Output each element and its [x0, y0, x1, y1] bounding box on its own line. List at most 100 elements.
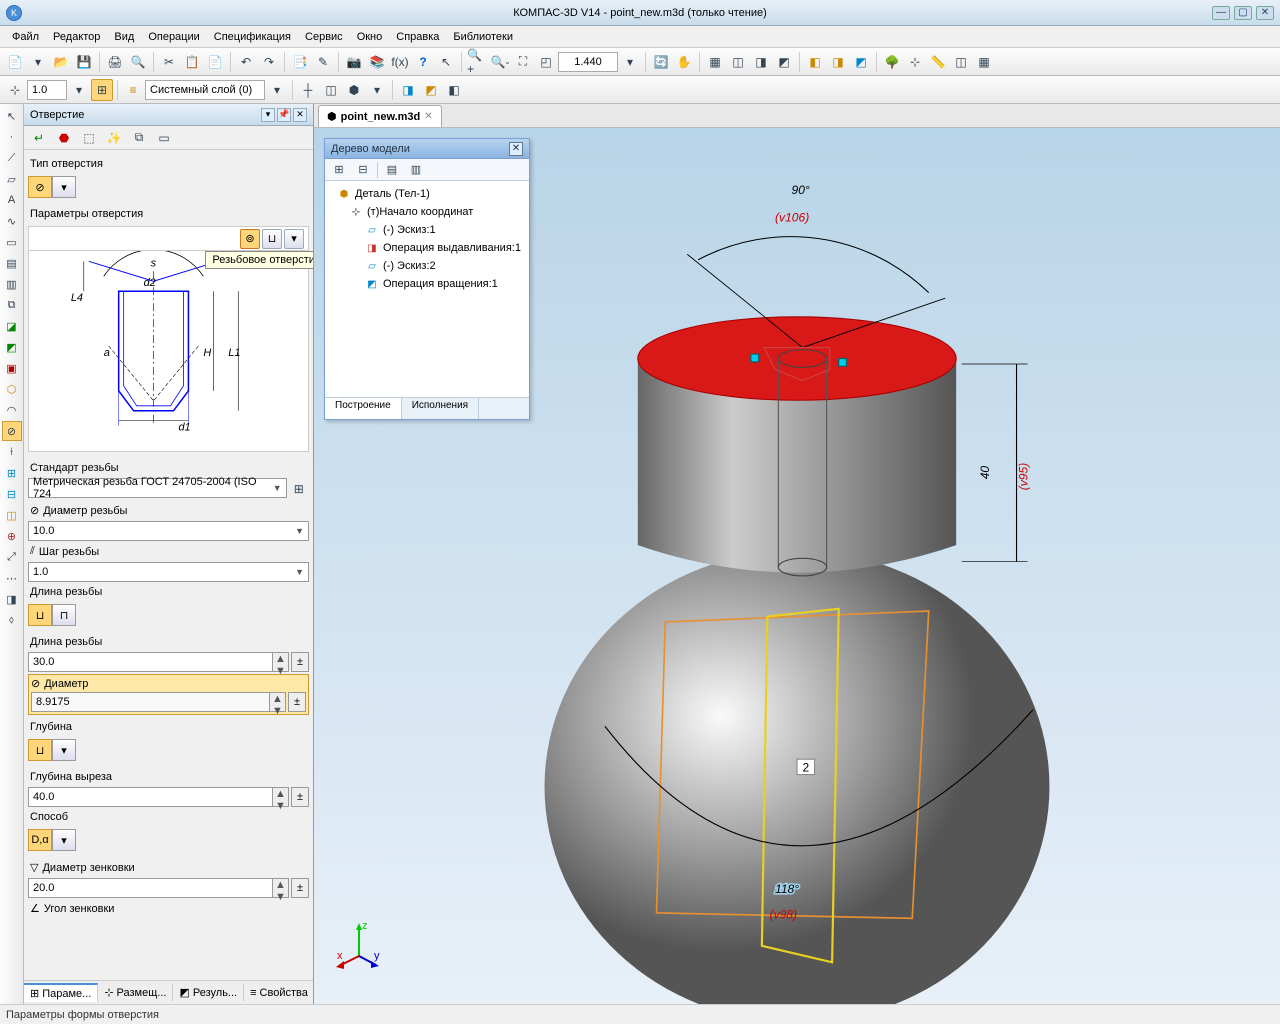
menu-edit[interactable]: Редактор: [47, 29, 106, 45]
zoom-input[interactable]: [558, 52, 618, 72]
more2-icon[interactable]: ◨: [2, 589, 22, 609]
extr-icon[interactable]: ◪: [2, 316, 22, 336]
shaded-icon[interactable]: ◨: [750, 51, 772, 73]
properties-icon[interactable]: 📑: [289, 51, 311, 73]
sheet2-icon[interactable]: ▥: [2, 274, 22, 294]
box1-icon[interactable]: ◧: [804, 51, 826, 73]
hole-icon[interactable]: ⊘: [2, 421, 22, 441]
apply-icon[interactable]: ↵: [28, 127, 50, 149]
layer-dropdown-icon[interactable]: ▾: [266, 79, 288, 101]
tab-placement[interactable]: ⊹Размещ...: [98, 984, 173, 1001]
method-button[interactable]: D,α: [28, 829, 52, 851]
select-icon[interactable]: ↖: [2, 106, 22, 126]
diameter-plus-button[interactable]: ±: [288, 692, 306, 712]
menu-window[interactable]: Окно: [351, 29, 389, 45]
text-icon[interactable]: A: [2, 190, 22, 210]
line-icon[interactable]: ⟋: [2, 148, 22, 168]
cut-depth-spinner[interactable]: ▲▼: [273, 787, 289, 807]
thread-pitch-combo[interactable]: 1.0▼: [28, 562, 309, 582]
sheet-icon[interactable]: ▤: [2, 253, 22, 273]
tab-close-icon[interactable]: ✕: [424, 111, 432, 122]
dropdown-icon[interactable]: ▾: [27, 51, 49, 73]
undo-icon[interactable]: ↶: [235, 51, 257, 73]
preview-icon[interactable]: 🔍: [127, 51, 149, 73]
diameter-input[interactable]: [31, 692, 270, 712]
axis2-icon[interactable]: ┼: [297, 79, 319, 101]
cut-extr-icon[interactable]: ▣: [2, 358, 22, 378]
box3-icon[interactable]: ◩: [850, 51, 872, 73]
cube3-icon[interactable]: ◧: [443, 79, 465, 101]
more1-icon[interactable]: ⋯: [2, 568, 22, 588]
select2-icon[interactable]: ⬚: [78, 127, 100, 149]
thread-len-input[interactable]: [28, 652, 273, 672]
tree-root[interactable]: ⬢Деталь (Тел-1): [329, 185, 525, 203]
diameter-spinner[interactable]: ▲▼: [270, 692, 286, 712]
rect-icon[interactable]: ▭: [2, 232, 22, 252]
new-icon[interactable]: 📄: [4, 51, 26, 73]
tree-tab-build[interactable]: Построение: [325, 398, 402, 419]
depth-mode-button[interactable]: ⊔: [28, 739, 52, 761]
hole-type-button[interactable]: ⊘: [28, 176, 52, 198]
pat2-icon[interactable]: ⊟: [2, 484, 22, 504]
tree-revolve[interactable]: ◩Операция вращения:1: [329, 275, 525, 293]
minimize-button[interactable]: ―: [1212, 6, 1230, 20]
sketch2-icon[interactable]: ◫: [320, 79, 342, 101]
paste-icon[interactable]: 📄: [204, 51, 226, 73]
menu-view[interactable]: Вид: [108, 29, 140, 45]
wand-icon[interactable]: ✨: [103, 127, 125, 149]
plane-icon[interactable]: ▱: [2, 169, 22, 189]
step-dropdown-icon[interactable]: ▾: [68, 79, 90, 101]
panel-pin-button[interactable]: 📌: [277, 108, 291, 122]
csk-diam-spinner[interactable]: ▲▼: [273, 878, 289, 898]
save-icon[interactable]: 💾: [73, 51, 95, 73]
model-tree-window[interactable]: Дерево модели ✕ ⊞ ⊟ ▤ ▥ ⬢Деталь (Тел-1) …: [324, 138, 530, 420]
csk-diam-plus-button[interactable]: ±: [291, 878, 309, 898]
pan-icon[interactable]: ✋: [673, 51, 695, 73]
menu-spec[interactable]: Спецификация: [208, 29, 297, 45]
cut-depth-input[interactable]: [28, 787, 273, 807]
tree-sketch1[interactable]: ▱(-) Эскиз:1: [329, 221, 525, 239]
copy2-icon[interactable]: ⧉: [2, 295, 22, 315]
csk-diam-input[interactable]: [28, 878, 273, 898]
thread-len-plus-button[interactable]: ±: [291, 652, 309, 672]
thread-std-browse-button[interactable]: ⊞: [289, 478, 309, 500]
copy3-icon[interactable]: ⧉: [128, 127, 150, 149]
panel-menu-button[interactable]: ▾: [261, 108, 275, 122]
tool-dropdown-icon[interactable]: ▾: [366, 79, 388, 101]
layer-combo[interactable]: [145, 80, 265, 100]
bool-icon[interactable]: ⊕: [2, 526, 22, 546]
thread-len-spinner[interactable]: ▲▼: [273, 652, 289, 672]
tree-close-button[interactable]: ✕: [509, 142, 523, 156]
3d-viewport[interactable]: 90° (v106) 40 (v95) 118° (v98) 2: [314, 128, 1280, 1004]
cursor-icon[interactable]: ↖: [435, 51, 457, 73]
stop-icon[interactable]: ⬣: [53, 127, 75, 149]
library-icon[interactable]: 📚: [366, 51, 388, 73]
sketch-icon[interactable]: ✎: [312, 51, 334, 73]
tree-sketch2[interactable]: ▱(-) Эскиз:2: [329, 257, 525, 275]
hole-shape-dropdown[interactable]: ▾: [284, 229, 304, 249]
tree-doc1-icon[interactable]: ▤: [382, 160, 402, 180]
print-icon[interactable]: 🖨: [104, 51, 126, 73]
tab-params[interactable]: ⊞Параме...: [24, 983, 98, 1002]
menu-file[interactable]: Файл: [6, 29, 45, 45]
thread-len-mode2-button[interactable]: ⊓: [52, 604, 76, 626]
thread-len-mode1-button[interactable]: ⊔: [28, 604, 52, 626]
curve-icon[interactable]: ∿: [2, 211, 22, 231]
menu-operations[interactable]: Операции: [142, 29, 205, 45]
wireframe-icon[interactable]: ▦: [704, 51, 726, 73]
method-dropdown[interactable]: ▾: [52, 829, 76, 851]
pat1-icon[interactable]: ⊞: [2, 463, 22, 483]
axis-icon[interactable]: ⊹: [904, 51, 926, 73]
scale-icon[interactable]: ⤢: [2, 547, 22, 567]
cut-depth-plus-button[interactable]: ±: [291, 787, 309, 807]
measure-icon[interactable]: 📏: [927, 51, 949, 73]
rev-icon[interactable]: ◩: [2, 337, 22, 357]
panel-close-button[interactable]: ✕: [293, 108, 307, 122]
tab-props[interactable]: ≡Свойства: [244, 985, 315, 1001]
shell-icon[interactable]: ◫: [2, 505, 22, 525]
rib-icon[interactable]: ⟊: [2, 442, 22, 462]
tree-tab-exec[interactable]: Исполнения: [402, 398, 479, 419]
more3-icon[interactable]: ⬨: [2, 610, 22, 630]
fx-icon[interactable]: f(x): [389, 51, 411, 73]
zoom-window-icon[interactable]: ◰: [535, 51, 557, 73]
